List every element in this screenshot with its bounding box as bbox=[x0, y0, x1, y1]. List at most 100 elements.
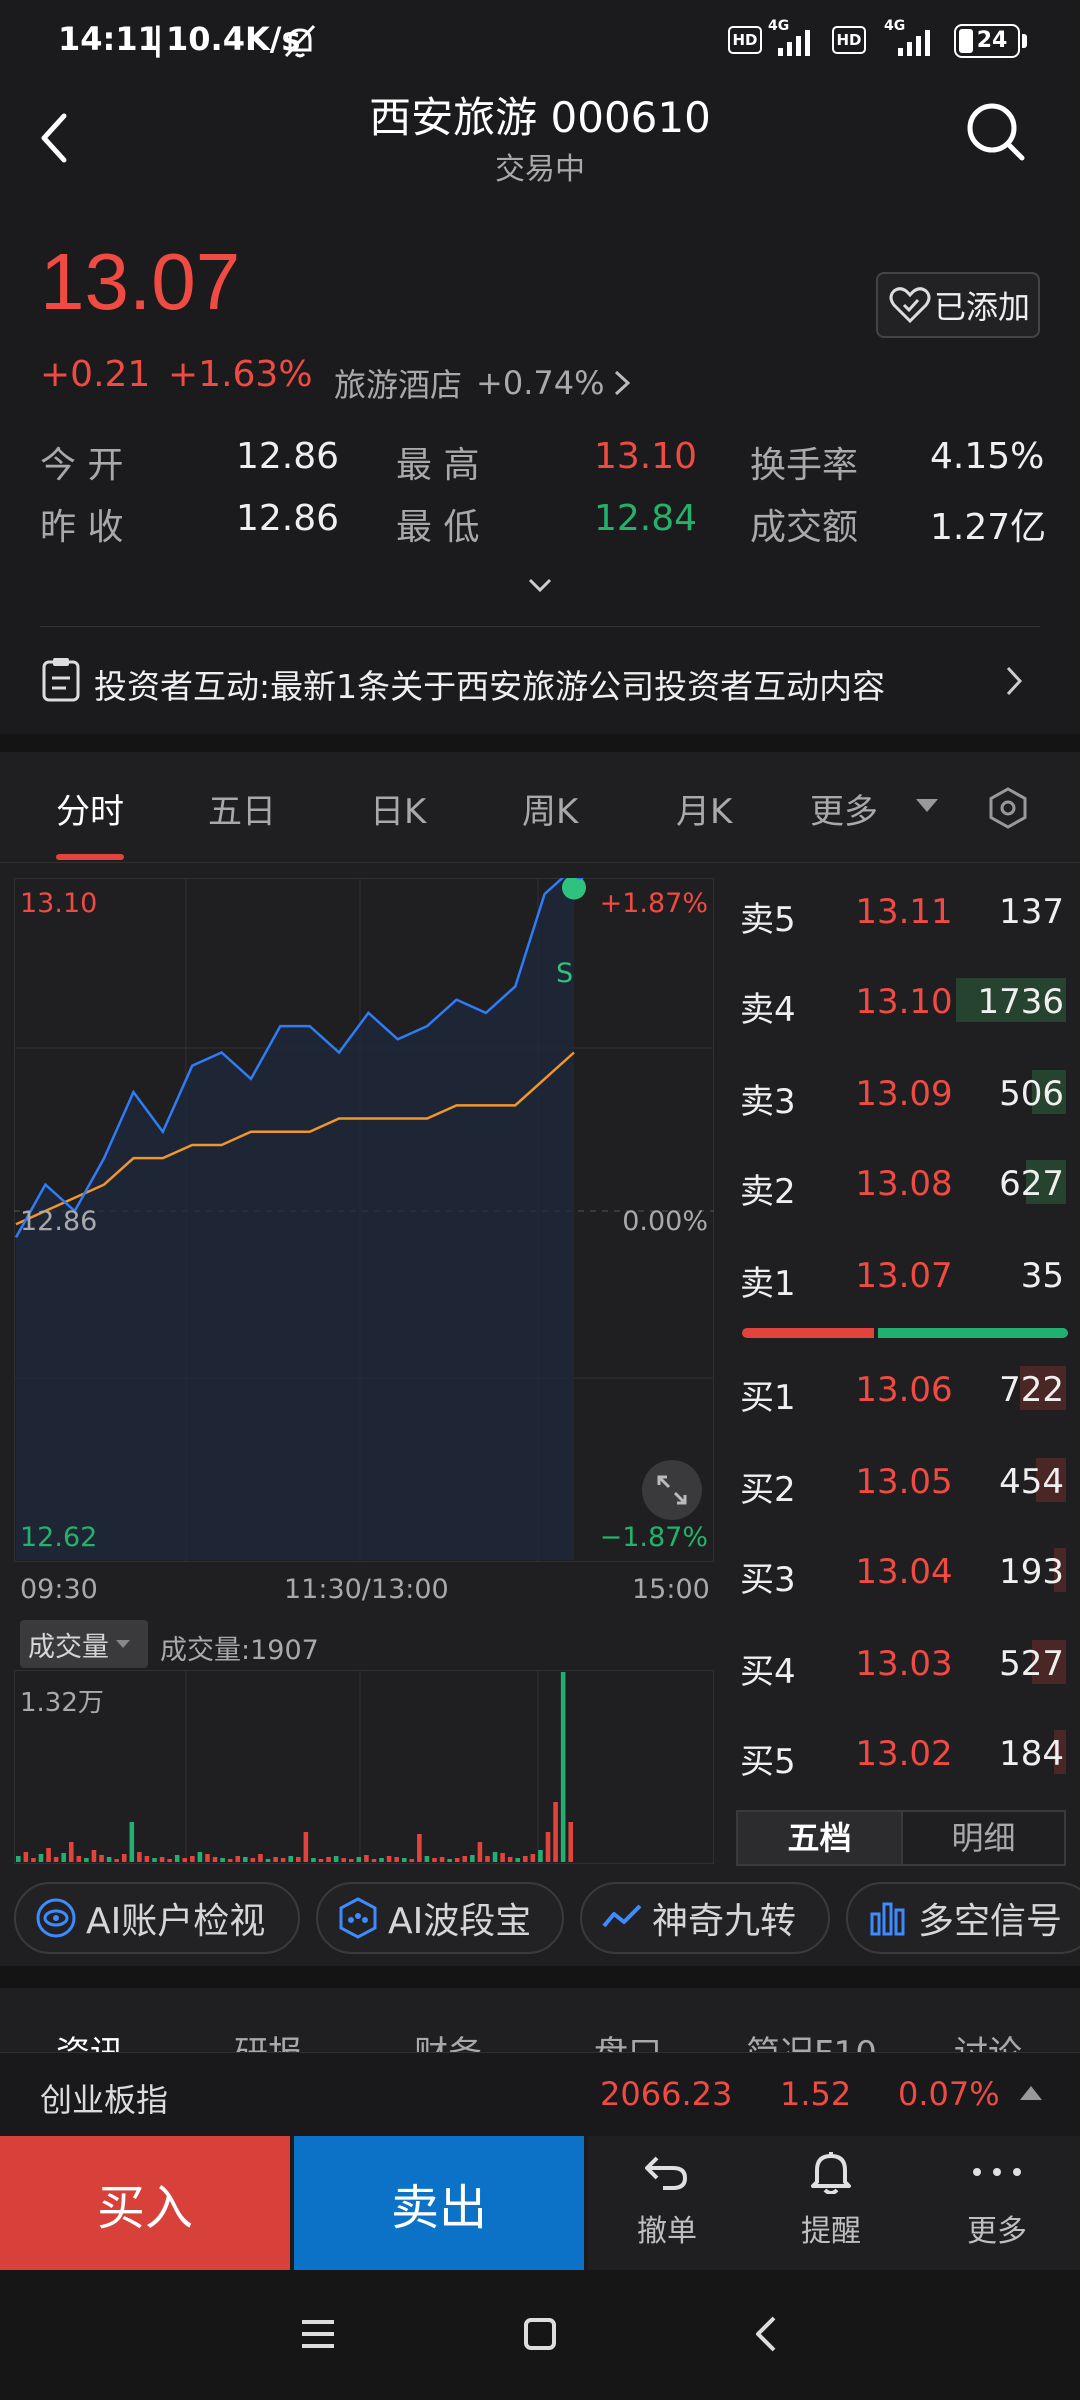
tab-news[interactable]: 资讯 bbox=[56, 2026, 124, 2052]
tab-research[interactable]: 研报 bbox=[234, 2026, 302, 2052]
pill-label: AI账户检视 bbox=[86, 1901, 266, 1942]
volume-bar bbox=[379, 1858, 384, 1862]
tab-day-k[interactable]: 日K bbox=[370, 784, 426, 833]
volume-bar bbox=[235, 1856, 241, 1862]
y-label-bottom-pct: −1.87% bbox=[599, 1522, 708, 1553]
menu-icon[interactable] bbox=[298, 2314, 338, 2354]
ask-bid-ratio-green bbox=[878, 1328, 1068, 1338]
tab-intraday[interactable]: 分时 bbox=[56, 784, 124, 833]
tab-more[interactable]: 更多 bbox=[810, 784, 878, 833]
tab-five-levels[interactable]: 五档 bbox=[738, 1812, 901, 1864]
tab-week-k[interactable]: 周K bbox=[522, 784, 578, 833]
alert-label: 提醒 bbox=[801, 2214, 861, 2249]
tab-f10[interactable]: 简况F10 bbox=[746, 2026, 877, 2052]
volume-bar bbox=[152, 1858, 157, 1862]
bid-price: 13.06 bbox=[855, 1370, 953, 1410]
bell-icon bbox=[811, 2152, 851, 2195]
volume-bar bbox=[99, 1855, 104, 1862]
bid-volume: 527 bbox=[999, 1644, 1064, 1684]
sector-pct: +0.74% bbox=[476, 364, 605, 402]
ai-swing-button[interactable]: AI波段宝 bbox=[316, 1882, 564, 1954]
bid-price: 13.03 bbox=[855, 1644, 953, 1684]
home-icon[interactable] bbox=[520, 2314, 560, 2354]
add-watchlist-button[interactable]: 已添加 bbox=[876, 272, 1040, 338]
tab-active-indicator bbox=[56, 854, 124, 860]
cancel-order-button[interactable]: 撤单 bbox=[612, 2150, 722, 2250]
heart-check-icon bbox=[889, 287, 931, 324]
tab-month-k[interactable]: 月K bbox=[676, 784, 732, 833]
bid-label: 买4 bbox=[740, 1652, 796, 1692]
volume-bar bbox=[333, 1856, 339, 1862]
volume-bar bbox=[424, 1856, 430, 1862]
pill-label: 神奇九转 bbox=[652, 1901, 797, 1942]
volume-indicator-select[interactable]: 成交量 bbox=[20, 1620, 148, 1668]
y-label-bottom-price: 12.62 bbox=[20, 1522, 98, 1553]
volume-bar bbox=[265, 1859, 271, 1862]
tab-five-day[interactable]: 五日 bbox=[208, 784, 276, 833]
volume-bar bbox=[68, 1842, 74, 1862]
ask-volume: 506 bbox=[999, 1074, 1064, 1114]
volume-bar bbox=[182, 1858, 188, 1862]
long-short-signal-button[interactable]: 多空信号 bbox=[846, 1882, 1080, 1954]
volume-bar bbox=[61, 1853, 66, 1862]
ask-label: 卖2 bbox=[740, 1172, 796, 1212]
lower-tabs: 资讯 研报 财务 盘口 简况F10 讨论 bbox=[0, 1988, 1080, 2052]
ask-bid-ratio-red bbox=[742, 1328, 874, 1338]
more-actions-button[interactable]: 更多 bbox=[942, 2150, 1052, 2250]
tab-trade-detail[interactable]: 明细 bbox=[901, 1812, 1064, 1864]
bid-price: 13.04 bbox=[855, 1552, 953, 1592]
volume-bar bbox=[447, 1859, 452, 1862]
tab-handicap[interactable]: 盘口 bbox=[594, 2026, 662, 2052]
volume-chart bbox=[14, 1670, 714, 1864]
ask-price: 13.07 bbox=[855, 1256, 953, 1296]
clipboard-icon bbox=[42, 658, 80, 702]
bid-volume: 193 bbox=[999, 1552, 1064, 1592]
settings-icon[interactable] bbox=[986, 786, 1030, 830]
bid-price: 13.05 bbox=[855, 1462, 953, 1502]
tab-discussion[interactable]: 讨论 bbox=[954, 2026, 1022, 2052]
tab-finance[interactable]: 财务 bbox=[414, 2026, 482, 2052]
price-alert-button[interactable]: 提醒 bbox=[776, 2150, 886, 2250]
buy-button[interactable]: 买入 bbox=[0, 2136, 290, 2270]
bid-price: 13.02 bbox=[855, 1734, 953, 1774]
sell-button[interactable]: 卖出 bbox=[294, 2136, 584, 2270]
high-value: 13.10 bbox=[594, 436, 698, 477]
volume-bar bbox=[470, 1855, 475, 1862]
bid-label: 买3 bbox=[740, 1560, 796, 1600]
back-icon[interactable] bbox=[748, 2314, 788, 2354]
index-ticker-bar[interactable]: 创业板指 2066.23 1.52 0.07% bbox=[0, 2052, 1080, 2136]
eye-icon bbox=[36, 1898, 76, 1938]
volume-bar bbox=[167, 1859, 172, 1862]
ai-account-check-button[interactable]: AI账户检视 bbox=[14, 1882, 300, 1954]
expand-up-triangle-icon[interactable] bbox=[1018, 2083, 1044, 2103]
banner-text: 投资者互动:最新1条关于西安旅游公司投资者互动内容 bbox=[94, 667, 886, 706]
magic-nine-button[interactable]: 神奇九转 bbox=[580, 1882, 830, 1954]
volume-bar bbox=[296, 1857, 301, 1862]
low-value: 12.84 bbox=[594, 498, 698, 539]
volume-bar bbox=[364, 1855, 369, 1862]
volume-bar bbox=[84, 1858, 89, 1862]
ask-label: 卖1 bbox=[740, 1264, 796, 1304]
search-icon[interactable] bbox=[964, 100, 1028, 164]
volume-bar bbox=[553, 1802, 558, 1862]
back-arrow-icon[interactable] bbox=[32, 108, 76, 168]
volume-bar bbox=[477, 1842, 483, 1862]
divider bbox=[40, 626, 1040, 627]
volume-bar bbox=[31, 1858, 36, 1862]
ask-row-4: 卖4 13.10 1736 bbox=[740, 972, 1070, 1032]
volume-bar bbox=[311, 1858, 316, 1862]
expand-chevron-icon[interactable] bbox=[524, 574, 556, 598]
investor-banner[interactable]: 投资者互动:最新1条关于西安旅游公司投资者互动内容 bbox=[0, 640, 1080, 726]
ask-row-1: 卖1 13.07 35 bbox=[740, 1246, 1070, 1306]
volume-bar bbox=[417, 1834, 422, 1862]
volume-bar bbox=[371, 1859, 377, 1862]
volume-bar bbox=[16, 1856, 21, 1862]
bid-row-1: 买1 13.06 722 bbox=[740, 1360, 1070, 1420]
volume-bar bbox=[538, 1850, 543, 1862]
status-time: 14:11 bbox=[58, 20, 160, 58]
volume-bar bbox=[76, 1856, 82, 1862]
fullscreen-button[interactable] bbox=[642, 1460, 702, 1520]
volume-bar bbox=[159, 1857, 165, 1862]
sector-link[interactable]: 旅游酒店 +0.74% bbox=[334, 360, 634, 406]
more-dots-icon bbox=[973, 2168, 1021, 2176]
